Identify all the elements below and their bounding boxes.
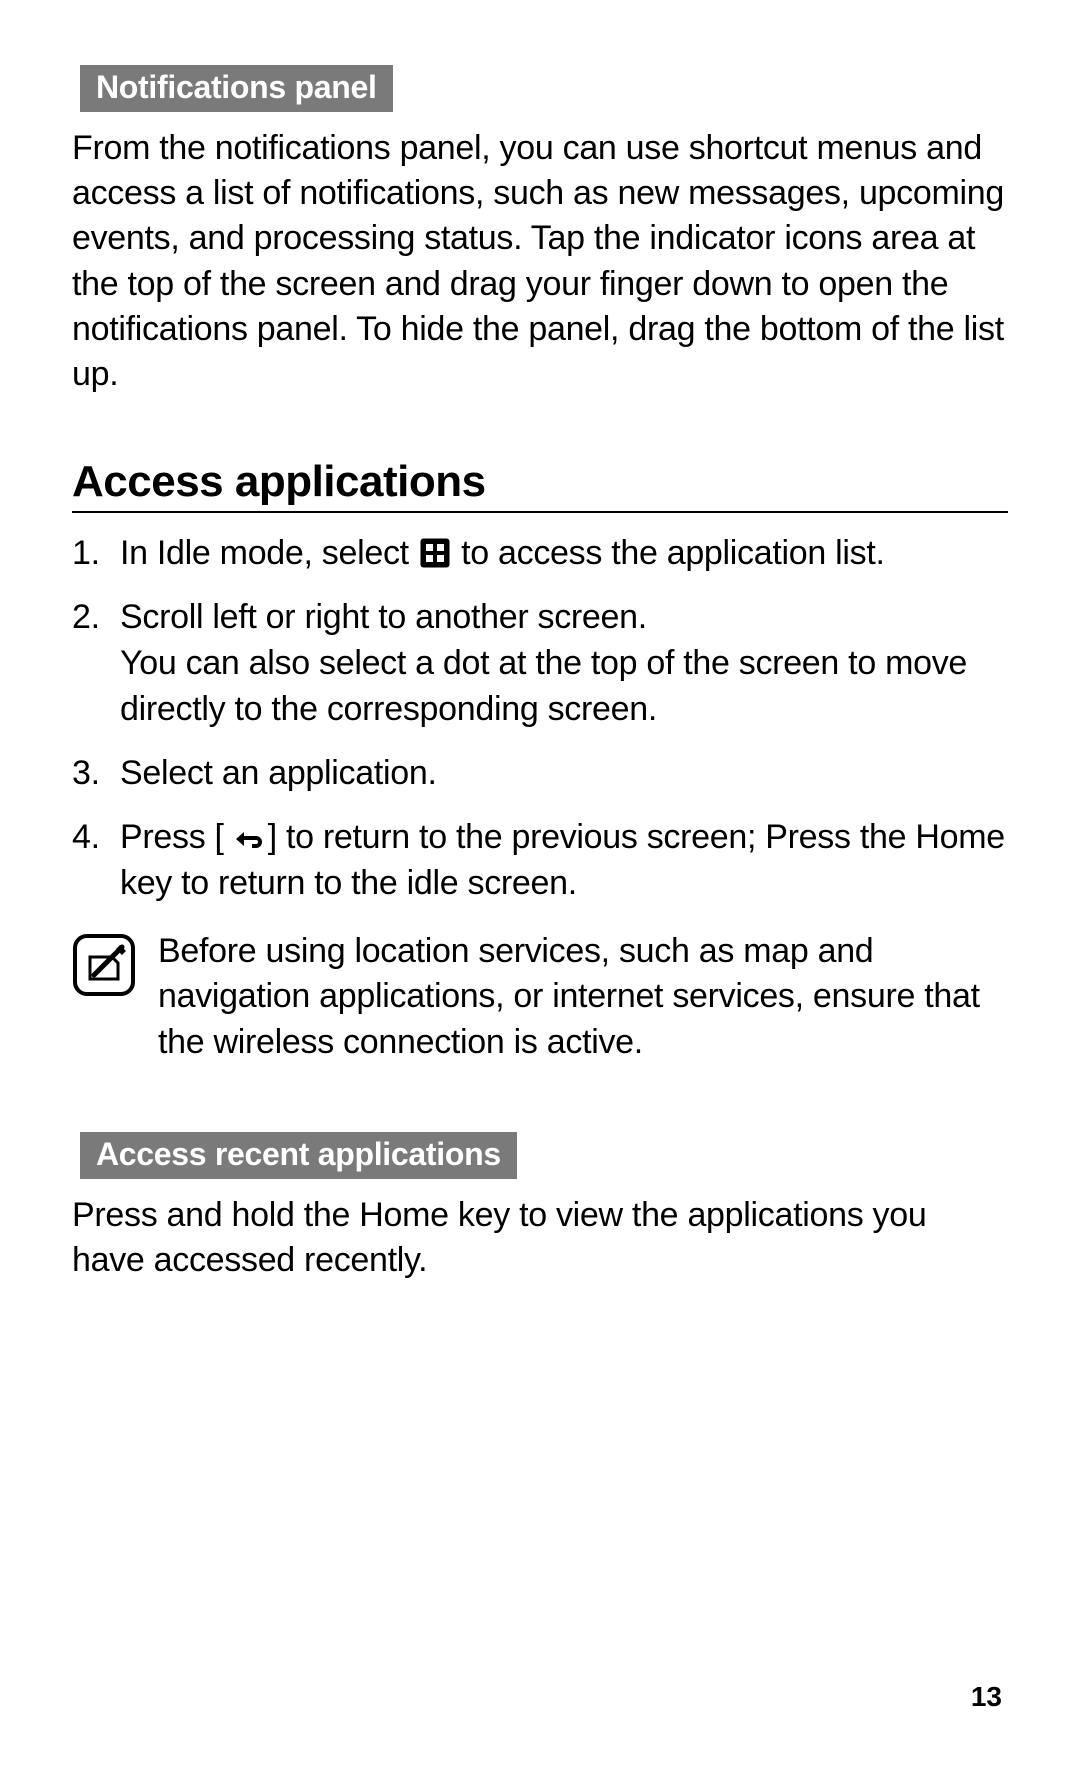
app-grid-icon [420, 538, 450, 568]
step-4-text-a: Press [ [120, 818, 224, 856]
subheading-recent-apps: Access recent applications [80, 1132, 517, 1179]
step-4: Press [ ] to return to the previous scre… [72, 815, 1008, 907]
note-block: Before using location services, such as … [72, 929, 1008, 1067]
back-key-icon [226, 826, 266, 852]
step-1-text-a: In Idle mode, select [120, 534, 418, 572]
paragraph-notifications: From the notifications panel, you can us… [72, 126, 1008, 397]
subheading-notifications-panel: Notifications panel [80, 65, 393, 112]
step-2-text-a: Scroll left or right to another screen. [120, 598, 647, 636]
step-3: Select an application. [72, 751, 1008, 797]
steps-list: In Idle mode, select to access the appli… [72, 531, 1008, 906]
note-icon [72, 933, 136, 1002]
section-access-applications: Access applications [72, 457, 1008, 513]
page-number: 13 [971, 1681, 1002, 1713]
step-1: In Idle mode, select to access the appli… [72, 531, 1008, 577]
note-text: Before using location services, such as … [158, 929, 1008, 1067]
step-2-text-b: You can also select a dot at the top of … [120, 644, 967, 728]
step-1-text-b: to access the application list. [452, 534, 885, 572]
manual-page: Notifications panel From the notificatio… [0, 0, 1080, 1771]
step-2: Scroll left or right to another screen. … [72, 595, 1008, 733]
paragraph-recent-apps: Press and hold the Home key to view the … [72, 1193, 1008, 1283]
